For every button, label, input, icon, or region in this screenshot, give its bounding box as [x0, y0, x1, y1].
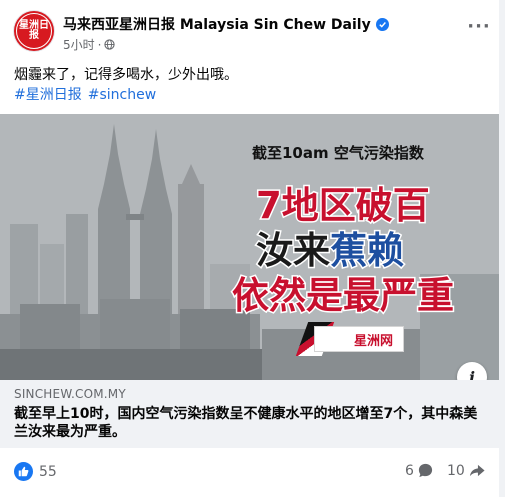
scrollbar-track[interactable] [499, 0, 505, 497]
comment-icon [418, 463, 433, 478]
shares-number: 10 [447, 462, 465, 479]
skyline-illustration [0, 114, 499, 380]
reactions-count[interactable]: 55 [14, 462, 57, 481]
page-avatar[interactable]: 星洲日报 [14, 11, 54, 51]
link-domain: SINCHEW.COM.MY [14, 387, 126, 401]
image-headline-line3: 依然是最严重 [231, 273, 456, 319]
image-subtitle: 截至10am 空气污染指数 [252, 144, 424, 162]
post-card: 星洲日报 马来西亚星洲日报 Malaysia Sin Chew Daily 5小… [0, 0, 499, 497]
share-icon [469, 464, 485, 477]
post-image[interactable]: 截至10am 空气污染指数 7地区破百 汝来蕉赖 依然是最严重 星洲网 i [0, 114, 499, 380]
hashtag-link[interactable]: #sinchew [88, 87, 156, 103]
comments-count[interactable]: 6 [405, 462, 434, 479]
link-preview[interactable]: SINCHEW.COM.MY 截至早上10时，国内空气污染指数呈不健康水平的地区… [0, 380, 499, 448]
post-meta: 5小时 · [63, 36, 116, 53]
globe-icon [104, 39, 116, 50]
page-name-row: 马来西亚星洲日报 Malaysia Sin Chew Daily [63, 14, 389, 34]
post-timestamp[interactable]: 5小时 [63, 36, 95, 53]
shares-count[interactable]: 10 [447, 462, 486, 479]
like-icon [14, 462, 33, 481]
meta-separator: · [97, 37, 102, 52]
post-text: 烟霾来了，记得多喝水，少外出哦。 [14, 67, 238, 83]
image-logo-badge: 星洲网 [314, 326, 404, 352]
comments-number: 6 [405, 462, 414, 479]
likes-number: 55 [39, 463, 57, 480]
verified-badge-icon [375, 17, 389, 31]
page-name-link[interactable]: 马来西亚星洲日报 Malaysia Sin Chew Daily [63, 14, 371, 34]
hashtag-link[interactable]: #星洲日报 [14, 87, 82, 103]
hashtags-row: #星洲日报 #sinchew [14, 86, 162, 104]
more-options-button[interactable]: ··· [465, 12, 493, 40]
link-title: 截至早上10时，国内空气污染指数呈不健康水平的地区增至7个，其中森美兰汝来最为严… [14, 406, 478, 440]
avatar-logo-text: 星洲日报 [16, 13, 52, 49]
